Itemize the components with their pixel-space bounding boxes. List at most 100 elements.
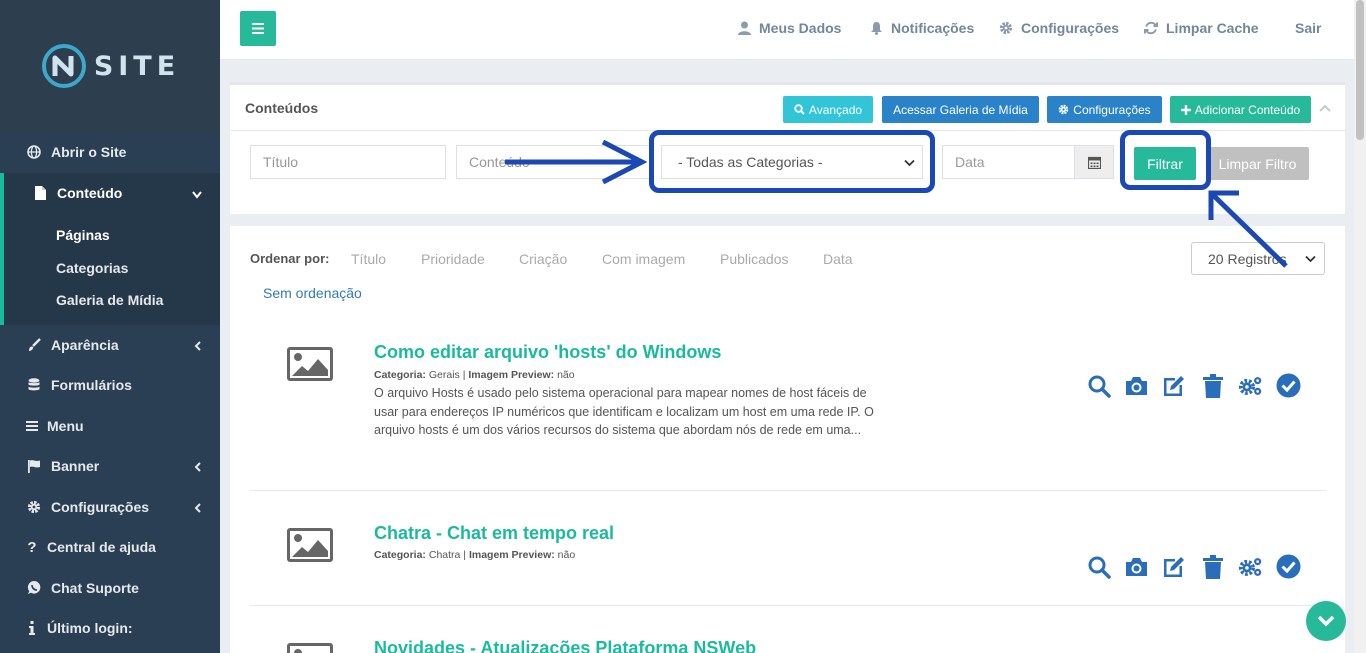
gears-icon[interactable]: [1238, 554, 1263, 579]
date-filter-input[interactable]: Data: [942, 145, 1075, 179]
sidebar-item-aparencia[interactable]: Aparência: [0, 325, 220, 366]
sidebar-item-abrir-site[interactable]: Abrir o Site: [0, 132, 220, 173]
camera-icon[interactable]: [1124, 373, 1149, 398]
gear-icon: [999, 21, 1013, 35]
annotation-highlight-filter: [1120, 130, 1211, 190]
info-icon: [26, 620, 38, 636]
sidebar-subitem-galeria[interactable]: Galeria de Mídia: [4, 284, 220, 317]
sidebar-item-configuracoes[interactable]: Configurações: [0, 487, 220, 528]
sidebar-item-label: Formulários: [51, 377, 132, 394]
media-gallery-button[interactable]: Acessar Galeria de Mídia: [882, 96, 1039, 123]
sidebar: SITE Abrir o Site Conteúdo Páginas Categ…: [0, 0, 220, 653]
sair-link[interactable]: Sair: [1295, 20, 1321, 36]
sidebar-subitem-categorias[interactable]: Categorias: [4, 252, 220, 285]
whatsapp-icon: [26, 580, 42, 596]
configuracoes-link[interactable]: Configurações: [999, 20, 1119, 36]
top-navbar: Meus Dados Notificações Configurações Li…: [220, 0, 1354, 60]
question-icon: ?: [27, 538, 37, 556]
image-placeholder-icon: [287, 528, 333, 562]
sidebar-item-menu[interactable]: Menu: [0, 406, 220, 447]
scroll-down-button[interactable]: [1306, 601, 1346, 641]
item-title-link[interactable]: Novidades - Atualizações Plataforma NSWe…: [374, 638, 756, 653]
notificacoes-link[interactable]: Notificações: [870, 20, 974, 36]
view-search-icon[interactable]: [1086, 373, 1111, 398]
sort-by-date[interactable]: Data: [823, 251, 853, 267]
gear-icon: [1059, 104, 1069, 115]
meus-dados-link[interactable]: Meus Dados: [738, 20, 841, 36]
gears-icon[interactable]: [1238, 373, 1263, 398]
sidebar-item-label: Abrir o Site: [51, 144, 127, 161]
user-icon: [738, 21, 751, 35]
view-search-icon[interactable]: [1086, 554, 1111, 579]
menu-toggle-button[interactable]: [240, 11, 276, 46]
sidebar-item-label: Central de ajuda: [47, 539, 156, 556]
sidebar-item-central-ajuda[interactable]: ? Central de ajuda: [0, 527, 220, 568]
sidebar-item-label: Conteúdo: [57, 184, 123, 201]
search-icon: [794, 104, 805, 115]
sidebar-item-banner[interactable]: Banner: [0, 446, 220, 487]
meus-dados-label: Meus Dados: [759, 20, 842, 36]
sort-by-published[interactable]: Publicados: [720, 251, 789, 267]
add-content-label: Adicionar Conteúdo: [1194, 102, 1301, 117]
flag-icon: [26, 458, 42, 474]
sidebar-item-label: Menu: [47, 417, 84, 434]
panel-title: Conteúdos: [245, 100, 319, 116]
globe-icon: [26, 144, 42, 160]
clear-filter-button[interactable]: Limpar Filtro: [1206, 147, 1309, 180]
sidebar-submenu: Páginas Categorias Galeria de Mídia: [0, 213, 220, 325]
item-title-link[interactable]: Como editar arquivo 'hosts' do Windows: [374, 342, 721, 363]
chevron-down-icon: [1305, 255, 1316, 263]
image-placeholder-icon: [287, 643, 333, 653]
item-preview: não: [557, 369, 575, 381]
plus-icon: [1180, 104, 1191, 115]
chevron-down-icon: [1317, 615, 1335, 627]
no-order-link[interactable]: Sem ordenação: [263, 285, 362, 301]
check-circle-icon[interactable]: [1276, 373, 1301, 398]
sort-by-title[interactable]: Título: [351, 251, 386, 267]
limpar-cache-label: Limpar Cache: [1166, 20, 1259, 36]
sair-label: Sair: [1295, 20, 1322, 36]
page-scrollbar[interactable]: [1354, 0, 1366, 653]
sort-label: Ordenar por:: [250, 251, 330, 266]
chevron-up-icon[interactable]: [1319, 104, 1331, 112]
trash-icon[interactable]: [1200, 554, 1225, 579]
item-title-link[interactable]: Chatra - Chat em tempo real: [374, 523, 614, 544]
item-meta: Categoria: Chatra | Imagem Preview: não: [374, 549, 576, 561]
notificacoes-label: Notificações: [891, 20, 975, 36]
sidebar-item-label: Último login:: [47, 620, 133, 637]
database-icon: [26, 377, 42, 393]
add-content-button[interactable]: Adicionar Conteúdo: [1170, 96, 1311, 123]
sidebar-item-label: Configurações: [51, 498, 150, 515]
annotation-arrow-right-icon: [505, 140, 647, 185]
sidebar-item-chat-suporte[interactable]: Chat Suporte: [0, 568, 220, 609]
item-actions: [1086, 554, 1301, 579]
clear-filter-label: Limpar Filtro: [1218, 155, 1297, 172]
advanced-button[interactable]: Avançado: [783, 96, 873, 123]
file-icon: [32, 185, 48, 201]
trash-icon[interactable]: [1200, 373, 1225, 398]
preview-label: Imagem Preview:: [468, 369, 555, 381]
sidebar-item-conteudo[interactable]: Conteúdo: [0, 172, 220, 213]
calendar-icon: [1087, 156, 1101, 169]
logo[interactable]: SITE: [0, 0, 220, 132]
edit-icon[interactable]: [1162, 373, 1187, 398]
sidebar-subitem-paginas[interactable]: Páginas: [4, 219, 220, 252]
title-filter-input[interactable]: Título: [250, 145, 446, 179]
sort-by-priority[interactable]: Prioridade: [421, 251, 485, 267]
sidebar-item-label: Aparência: [51, 336, 119, 353]
camera-icon[interactable]: [1124, 554, 1149, 579]
settings-button[interactable]: Configurações: [1047, 96, 1162, 123]
chevron-left-icon: [194, 459, 202, 475]
sidebar-item-formularios[interactable]: Formulários: [0, 365, 220, 406]
sidebar-item-ultimo-login: Último login:: [0, 608, 220, 649]
edit-icon[interactable]: [1162, 554, 1187, 579]
limpar-cache-link[interactable]: Limpar Cache: [1144, 20, 1259, 36]
sort-by-image[interactable]: Com imagem: [602, 251, 685, 267]
scrollbar-thumb[interactable]: [1356, 0, 1364, 140]
bell-icon: [871, 22, 882, 35]
sort-by-creation[interactable]: Criação: [519, 251, 567, 267]
calendar-button[interactable]: [1074, 145, 1114, 179]
category-label: Categoria:: [374, 369, 426, 381]
check-circle-icon[interactable]: [1276, 554, 1301, 579]
annotation-highlight-category: [649, 130, 935, 193]
